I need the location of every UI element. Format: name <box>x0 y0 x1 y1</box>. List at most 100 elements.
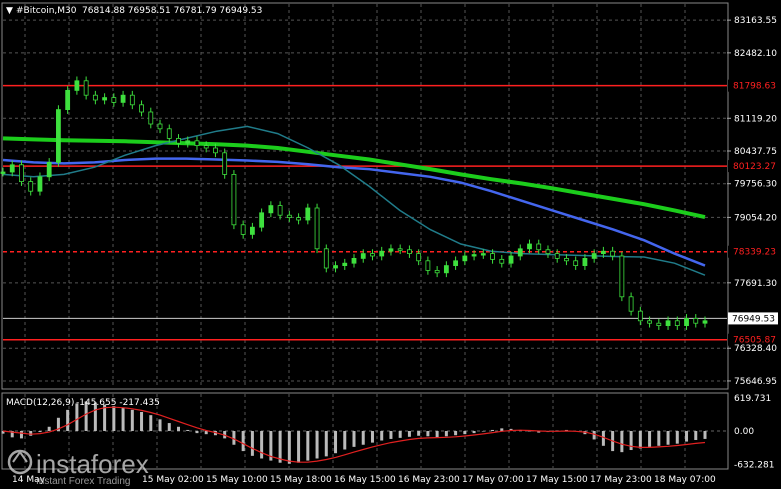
candle-body <box>425 260 431 271</box>
macd-histogram-bar <box>491 429 495 431</box>
macd-histogram-bar <box>657 431 661 446</box>
candle-body <box>74 80 80 91</box>
macd-histogram-bar <box>19 431 23 439</box>
macd-histogram-bar <box>47 426 51 431</box>
candle-body <box>28 181 34 192</box>
candle-body <box>46 161 52 178</box>
candle-body <box>591 253 597 259</box>
price-tick-label: 83163.55 <box>734 16 777 26</box>
candle-body <box>259 212 265 228</box>
symbol-label: #Bitcoin,M30 <box>16 6 77 16</box>
candle-body <box>129 94 135 106</box>
candle-body <box>370 253 375 257</box>
macd-histogram-bar <box>638 431 642 449</box>
macd-histogram-bar <box>370 431 374 443</box>
candle-body <box>462 255 468 262</box>
candle-body <box>702 320 708 324</box>
macd-histogram-bar <box>66 409 70 431</box>
price-tick-label: 79054.20 <box>734 213 777 223</box>
price-tick-label: 76328.40 <box>734 344 777 354</box>
macd-histogram-bar <box>324 431 328 457</box>
level-label: 78339.23 <box>733 248 776 258</box>
candle-body <box>314 207 320 250</box>
macd-histogram-bar <box>186 429 190 431</box>
ohlc-readout: 76814.88 76958.51 76781.79 76949.53 <box>82 6 262 16</box>
candle-body <box>111 97 117 103</box>
candle-body <box>120 94 126 103</box>
candle-body <box>416 253 422 262</box>
macd-histogram-bar <box>601 431 605 446</box>
macd-histogram-bar <box>352 431 356 447</box>
candle-body <box>360 253 366 259</box>
candle-body <box>323 248 329 269</box>
macd-histogram-bar <box>112 406 116 431</box>
candle-body <box>277 205 283 216</box>
time-tick-label: 16 May 15:00 <box>334 475 396 485</box>
candle-body <box>37 176 43 192</box>
candle-body <box>564 257 569 262</box>
candle-body <box>610 250 616 257</box>
price-tick-label: 80437.75 <box>734 147 777 157</box>
macd-histogram-bar <box>629 431 633 451</box>
macd-values: -145.655 -217.435 <box>76 398 160 408</box>
candle-body <box>148 111 154 125</box>
time-tick-label: 17 May 23:00 <box>590 475 652 485</box>
candle-body <box>0 171 6 174</box>
candle-body <box>286 214 292 218</box>
trading-chart[interactable]: 81798.6380123.2778339.2376505.8776949.53… <box>0 0 781 489</box>
macd-histogram-bar <box>666 431 670 445</box>
watermark-tagline: Instant Forex Trading <box>36 476 131 487</box>
macd-histogram-bar <box>481 431 485 432</box>
candle-body <box>554 253 560 259</box>
candle-body <box>139 104 144 113</box>
macd-histogram-bar <box>158 419 162 431</box>
candle-body <box>83 80 89 96</box>
macd-histogram-bar <box>204 431 208 435</box>
macd-tick-label: -632.281 <box>734 460 774 470</box>
candle-body <box>674 320 680 326</box>
price-tick-label: 81119.20 <box>734 114 777 124</box>
macd-histogram-bar <box>287 431 291 464</box>
macd-tick-label: 619.731 <box>734 394 771 404</box>
candle-body <box>471 254 477 257</box>
time-tick-label: 18 May 07:00 <box>654 475 716 485</box>
macd-histogram-bar <box>334 431 338 454</box>
candle-body <box>194 140 200 147</box>
candle-body <box>333 265 338 269</box>
macd-histogram-bar <box>620 431 624 453</box>
macd-histogram-bar <box>278 431 282 463</box>
candle-body <box>222 152 228 175</box>
macd-axis: 619.731 0.00 -632.281 <box>734 394 774 470</box>
candle-body <box>637 310 643 322</box>
macd-histogram-bar <box>500 428 504 431</box>
candle-body <box>342 262 348 267</box>
macd-histogram-bar <box>38 431 42 433</box>
macd-histogram-bar <box>306 431 310 461</box>
time-tick-label: 16 May 23:00 <box>398 475 460 485</box>
macd-histogram-bar <box>417 431 421 436</box>
dropdown-arrow-icon[interactable]: ▼ <box>6 6 13 16</box>
candle-body <box>508 255 514 264</box>
candle-body <box>65 90 71 111</box>
macd-histogram-bar <box>149 415 153 431</box>
candle-body <box>397 248 403 251</box>
candle-body <box>619 255 625 298</box>
macd-histogram-bar <box>685 431 689 442</box>
watermark-brand: instaforex <box>36 449 149 479</box>
candle-body <box>56 109 61 163</box>
price-panel[interactable] <box>1 2 729 390</box>
candle-body <box>268 205 274 214</box>
macd-label: MACD(12,26,9) <box>6 398 74 408</box>
candle-body <box>647 320 652 324</box>
macd-histogram-bar <box>444 431 448 437</box>
macd-histogram-bar <box>343 431 347 450</box>
macd-histogram-bar <box>703 431 707 439</box>
candle-body <box>166 128 172 139</box>
candle-body <box>19 164 24 183</box>
macd-histogram-bar <box>426 431 430 437</box>
macd-histogram-bar <box>675 431 679 444</box>
candle-body <box>407 249 412 254</box>
macd-histogram-bar <box>167 423 171 431</box>
candle-body <box>490 253 495 260</box>
candle-body <box>296 217 301 221</box>
